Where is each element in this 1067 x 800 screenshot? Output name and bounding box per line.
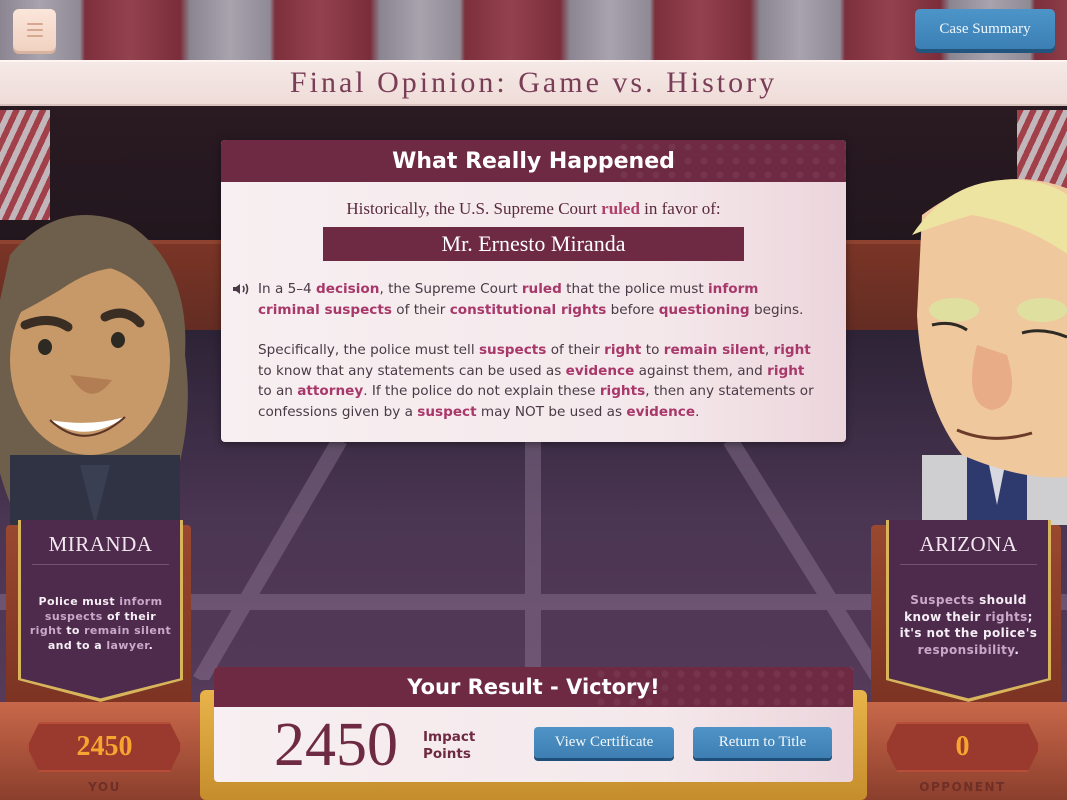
view-certificate-button[interactable]: View Certificate: [534, 727, 674, 758]
highlighted-term: questioning: [658, 301, 750, 318]
return-to-title-button[interactable]: Return to Title: [693, 727, 832, 758]
highlighted-term: right: [29, 624, 63, 637]
highlighted-term: rights: [985, 609, 1028, 624]
speaker-icon[interactable]: [232, 282, 250, 296]
historical-winner: Mr. Ernesto Miranda: [323, 227, 744, 261]
pennant-divider: [900, 564, 1037, 565]
page-title: Final Opinion: Game vs. History: [289, 66, 778, 99]
miranda-argument: Police must inform suspects of their rig…: [28, 595, 173, 653]
result-panel: Your Result - Victory! 2450 Impact Point…: [214, 667, 853, 782]
text-segment: Specifically, the police must tell: [258, 342, 479, 358]
highlighted-term: right: [773, 342, 811, 358]
case-summary-button[interactable]: Case Summary: [915, 9, 1055, 49]
panel-header: What Really Happened: [221, 140, 846, 182]
highlighted-term: decision: [316, 281, 380, 297]
text-segment: to: [62, 624, 85, 637]
highlighted-term: rights: [599, 383, 646, 399]
text-segment: to an: [258, 383, 298, 399]
intro-prefix: Historically, the U.S. Supreme Court: [346, 199, 597, 218]
text-segment: .: [695, 403, 700, 420]
text-segment: of their: [102, 609, 157, 623]
impact-label-line2: Points: [423, 746, 471, 762]
result-heading: Your Result - Victory!: [407, 675, 660, 699]
text-segment: .: [1014, 642, 1020, 657]
opponent-score-label: OPPONENT: [919, 780, 1006, 794]
text-segment: Police must: [38, 595, 120, 608]
arizona-pennant: ARIZONA Suspects should know their right…: [886, 520, 1051, 702]
highlighted-term: remain silent: [84, 624, 172, 637]
text-segment: ,: [764, 342, 774, 358]
pennant-divider: [32, 564, 169, 565]
highlighted-term: suspects: [478, 342, 547, 358]
panel-heading: What Really Happened: [392, 148, 675, 174]
highlighted-term: Suspects: [910, 593, 975, 607]
impact-points-label: Impact Points: [423, 729, 475, 763]
text-segment: In a 5–4: [258, 281, 317, 297]
impact-points-value: 2450: [274, 711, 398, 779]
highlighted-term: suspect: [417, 403, 477, 420]
player-score-label: YOU: [88, 780, 121, 794]
intro-suffix: in favor of:: [644, 199, 721, 218]
player-score: 2450: [27, 722, 182, 772]
highlighted-term: evidence: [626, 403, 696, 420]
what-really-happened-panel: What Really Happened Historically, the U…: [221, 140, 846, 442]
miranda-lawyer-character: [0, 215, 188, 525]
intro-highlight: ruled: [601, 199, 640, 218]
highlighted-term: responsibility: [917, 642, 1015, 657]
highlighted-term: attorney: [297, 383, 364, 399]
text-segment: begins.: [749, 301, 804, 318]
menu-button[interactable]: [13, 9, 56, 51]
side-name-miranda: MIRANDA: [48, 532, 153, 556]
highlighted-term: right: [604, 342, 642, 358]
highlighted-term: ruled: [521, 281, 562, 297]
ruling-explanation: In a 5–4 decision, the Supreme Court rul…: [233, 279, 816, 422]
hamburger-line: [26, 29, 43, 31]
highlighted-term: inform: [119, 595, 163, 608]
impact-label-line1: Impact: [423, 729, 476, 745]
text-segment: of their: [546, 342, 605, 358]
text-segment: before: [606, 301, 659, 318]
text-segment: . If the police do not explain these: [363, 383, 600, 399]
arizona-argument: Suspects should know their rights; it's …: [896, 592, 1041, 658]
historic-ruling-line: Historically, the U.S. Supreme Court rul…: [221, 199, 846, 219]
highlighted-term: lawyer: [106, 638, 149, 652]
hamburger-menu-icon: [26, 23, 43, 25]
text-segment: , the Supreme Court: [379, 281, 522, 297]
explanation-paragraph-1: In a 5–4 decision, the Supreme Court rul…: [258, 279, 816, 320]
highlighted-term: evidence: [565, 362, 635, 379]
highlighted-term: constitutional rights: [449, 301, 607, 318]
highlighted-term: right: [767, 362, 805, 379]
highlighted-term: remain silent: [663, 342, 765, 358]
text-segment: may NOT be used as: [476, 403, 627, 420]
text-segment: to know that any statements can be used …: [258, 362, 566, 379]
highlighted-term: suspects: [44, 609, 103, 623]
text-segment: of their: [391, 301, 450, 318]
text-segment: that the police must: [561, 281, 708, 297]
title-banner: Final Opinion: Game vs. History: [0, 60, 1067, 106]
text-segment: and to a: [47, 638, 107, 652]
text-segment: .: [148, 638, 154, 652]
text-segment: to: [641, 342, 664, 358]
opponent-score: 0: [885, 722, 1040, 772]
side-name-arizona: ARIZONA: [919, 532, 1018, 556]
result-header: Your Result - Victory!: [214, 667, 853, 707]
arizona-lawyer-character: [912, 179, 1067, 525]
hamburger-line: [26, 35, 43, 37]
miranda-pennant: MIRANDA Police must inform suspects of t…: [18, 520, 183, 702]
text-segment: against them, and: [634, 362, 768, 379]
explanation-paragraph-2: Specifically, the police must tell suspe…: [258, 340, 816, 422]
